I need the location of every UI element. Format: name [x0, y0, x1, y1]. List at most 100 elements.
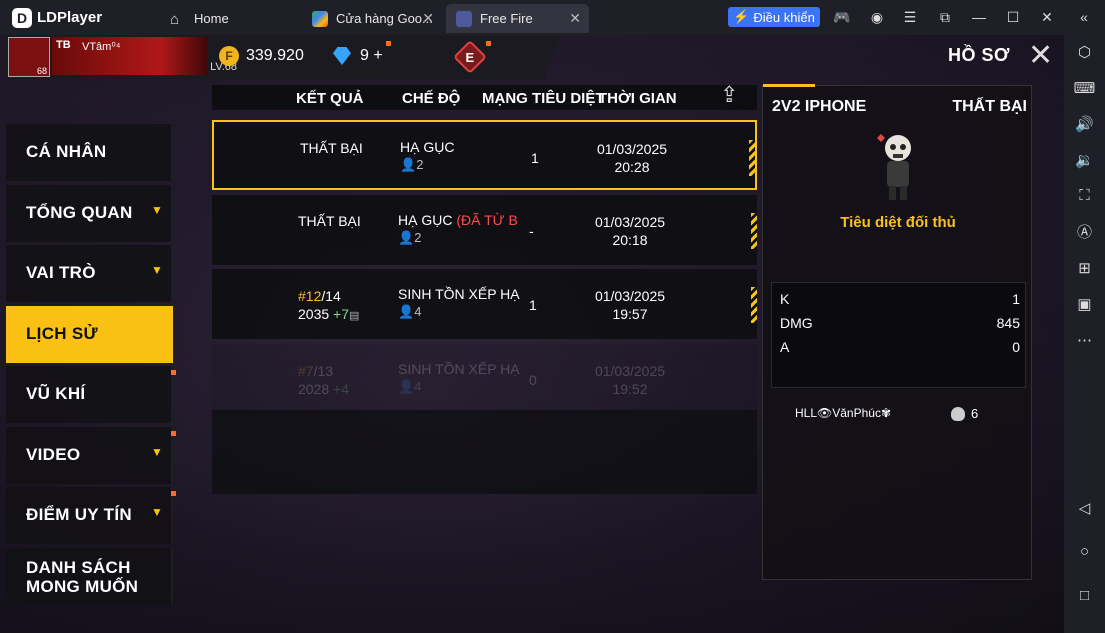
details-icon: ▤ [349, 310, 360, 322]
notification-dot [171, 370, 176, 375]
panel-accent [763, 84, 815, 87]
skull-mascot-icon [877, 134, 911, 200]
person-icon: 👤 [398, 379, 415, 394]
nav-reputation[interactable]: ĐIỂM UY TÍN ▼ [6, 487, 173, 544]
stat-value: 845 [996, 315, 1020, 331]
close-window-icon[interactable]: ✕ [1039, 9, 1055, 25]
gold-coin-icon: F [219, 46, 239, 66]
fullscreen-icon[interactable]: ⛶ [1074, 185, 1095, 206]
nav-wishlist[interactable]: DANH SÁCH MONG MUỐN [6, 548, 173, 605]
screen-icon[interactable]: ⧉ [937, 9, 953, 25]
avatar-level: 68 [36, 66, 47, 76]
gamepad-icon[interactable]: 🎮 [833, 9, 850, 25]
title-bar: D LDPlayer ⌂ Home Cửa hàng Goo... ✕ Free… [0, 0, 1105, 35]
table-row[interactable]: THẤT BẠI HẠ GỤC (ĐÃ TỪ B 👤2 - 01/03/2025… [212, 195, 757, 265]
kills-cell: 1 [529, 297, 537, 313]
table-row[interactable]: #7/13 2028 +4 SINH TỒN XẾP HẠ 👤4 0 01/03… [212, 344, 757, 414]
points-delta: +7 [333, 306, 350, 322]
rank-points: 2035 [298, 306, 330, 322]
back-icon[interactable]: ◁ [1074, 497, 1095, 518]
nav-label: VAI TRÒ [26, 263, 96, 282]
control-button[interactable]: ⚡ Điều khiển [728, 7, 820, 27]
auto-clicker-icon[interactable]: Ⓐ [1074, 221, 1095, 242]
stat-label: K [780, 291, 790, 307]
recent-apps-icon[interactable]: □ [1074, 585, 1095, 606]
match-date: 01/03/2025 [594, 214, 666, 230]
match-date: 01/03/2025 [594, 288, 666, 304]
more-icon[interactable]: ⋯ [1074, 329, 1095, 350]
squad-count: 2 [416, 157, 424, 172]
notification-dot [171, 491, 176, 496]
add-window-icon[interactable]: ⊞ [1074, 257, 1095, 278]
minimize-icon[interactable]: — [971, 9, 987, 25]
match-time: 20:28 [614, 159, 650, 175]
row-stripes [751, 213, 757, 249]
keyboard-icon[interactable]: ⌨ [1074, 77, 1096, 98]
close-icon[interactable]: ✕ [1028, 41, 1053, 71]
kills-cell: 1 [531, 150, 539, 166]
squad-size: 👤4 [398, 379, 520, 395]
result-cell: THẤT BẠI [300, 140, 363, 156]
kills-cell: - [529, 223, 534, 239]
menu-icon[interactable]: ☰ [902, 9, 918, 25]
table-filler [212, 410, 757, 494]
close-tab-icon[interactable]: ✕ [569, 10, 581, 27]
stat-label: DMG [780, 315, 813, 331]
nav-video[interactable]: VIDEO ▼ [6, 427, 173, 484]
account-icon[interactable]: ◉ [869, 9, 885, 25]
tab-free-fire-label: Free Fire [480, 11, 533, 26]
rank: #12 [298, 288, 322, 304]
volume-up-icon[interactable]: 🔊 [1074, 113, 1095, 134]
player-name: VTâm⁰⁴ [82, 41, 121, 53]
collapse-sidebar-icon[interactable]: « [1076, 9, 1092, 25]
nav-label: VIDEO [26, 445, 81, 464]
mode-cell: HẠ GỤC 👤2 [400, 139, 454, 173]
tab-free-fire[interactable]: Free Fire ✕ [446, 4, 589, 33]
chevron-down-icon: ▼ [151, 263, 163, 277]
kills-cell: 0 [529, 372, 537, 388]
notification-dot [486, 41, 491, 46]
match-time: 19:57 [612, 306, 648, 322]
teammate-name[interactable]: HLL👁VănPhúc✾ [795, 406, 891, 420]
avatar[interactable]: 68 [8, 37, 50, 77]
apk-install-icon[interactable]: ▣ [1074, 293, 1095, 314]
nav-history[interactable]: LỊCH SỬ [6, 306, 173, 363]
volume-down-icon[interactable]: 🔉 [1074, 149, 1095, 170]
mode-name: HẠ GỤC [400, 139, 455, 155]
share-icon[interactable]: ⇪ [720, 82, 738, 108]
tab-play-store[interactable]: Cửa hàng Goo... ✕ [302, 4, 442, 33]
tab-home[interactable]: ⌂ Home [160, 4, 300, 33]
maximize-icon[interactable]: ☐ [1005, 9, 1021, 25]
nav-weapons[interactable]: VŨ KHÍ [6, 366, 173, 423]
result-cell: #7/13 2028 +4 [298, 362, 349, 398]
nav-roles[interactable]: VAI TRÒ ▼ [6, 245, 173, 302]
rank-total: /14 [321, 288, 341, 304]
nav-overview[interactable]: TỔNG QUAN ▼ [6, 185, 173, 242]
name-banner: TB VTâm⁰⁴ LV.68 [52, 37, 237, 75]
person-icon: 👤 [398, 304, 415, 319]
mode-extra: (ĐÃ TỪ B [456, 212, 518, 228]
nav-personal[interactable]: CÁ NHÂN [6, 124, 173, 181]
play-store-icon [312, 10, 328, 27]
settings-hex-icon[interactable]: ⬡ [1074, 41, 1095, 62]
row-stripes [749, 140, 755, 176]
result-cell: THẤT BẠI [298, 213, 361, 229]
game-screen: 68 TB VTâm⁰⁴ LV.68 F 339.920 9 + E HỒ SƠ… [0, 35, 1064, 633]
mode-name: SINH TỒN XẾP HẠ [398, 361, 520, 377]
emulator-sidebar: ⬡ ⌨ 🔊 🔉 ⛶ Ⓐ ⊞ ▣ ⋯ ◁ ○ □ [1064, 35, 1105, 633]
mode-cell: SINH TỒN XẾP HẠ 👤4 [398, 361, 520, 395]
diamond-amount[interactable]: 9 + [360, 47, 383, 65]
squad-size: 👤4 [398, 304, 520, 320]
table-row[interactable]: #12/14 2035 +7▤ SINH TỒN XẾP HẠ 👤4 1 01/… [212, 269, 757, 339]
person-icon: 👤 [400, 157, 417, 172]
time-cell: 01/03/2025 19:57 [594, 287, 666, 323]
ldplayer-window: D LDPlayer ⌂ Home Cửa hàng Goo... ✕ Free… [0, 0, 1105, 633]
diamond-count: 9 [360, 47, 369, 64]
close-tab-icon[interactable]: ✕ [422, 10, 434, 27]
nav-label: CÁ NHÂN [26, 142, 107, 161]
rank-total: /13 [313, 363, 334, 379]
table-row[interactable]: THẤT BẠI HẠ GỤC 👤2 1 01/03/2025 20:28 [212, 120, 757, 190]
chevron-down-icon: ▼ [151, 505, 163, 519]
home-button-icon[interactable]: ○ [1074, 541, 1095, 562]
nav-label: VŨ KHÍ [26, 384, 86, 403]
